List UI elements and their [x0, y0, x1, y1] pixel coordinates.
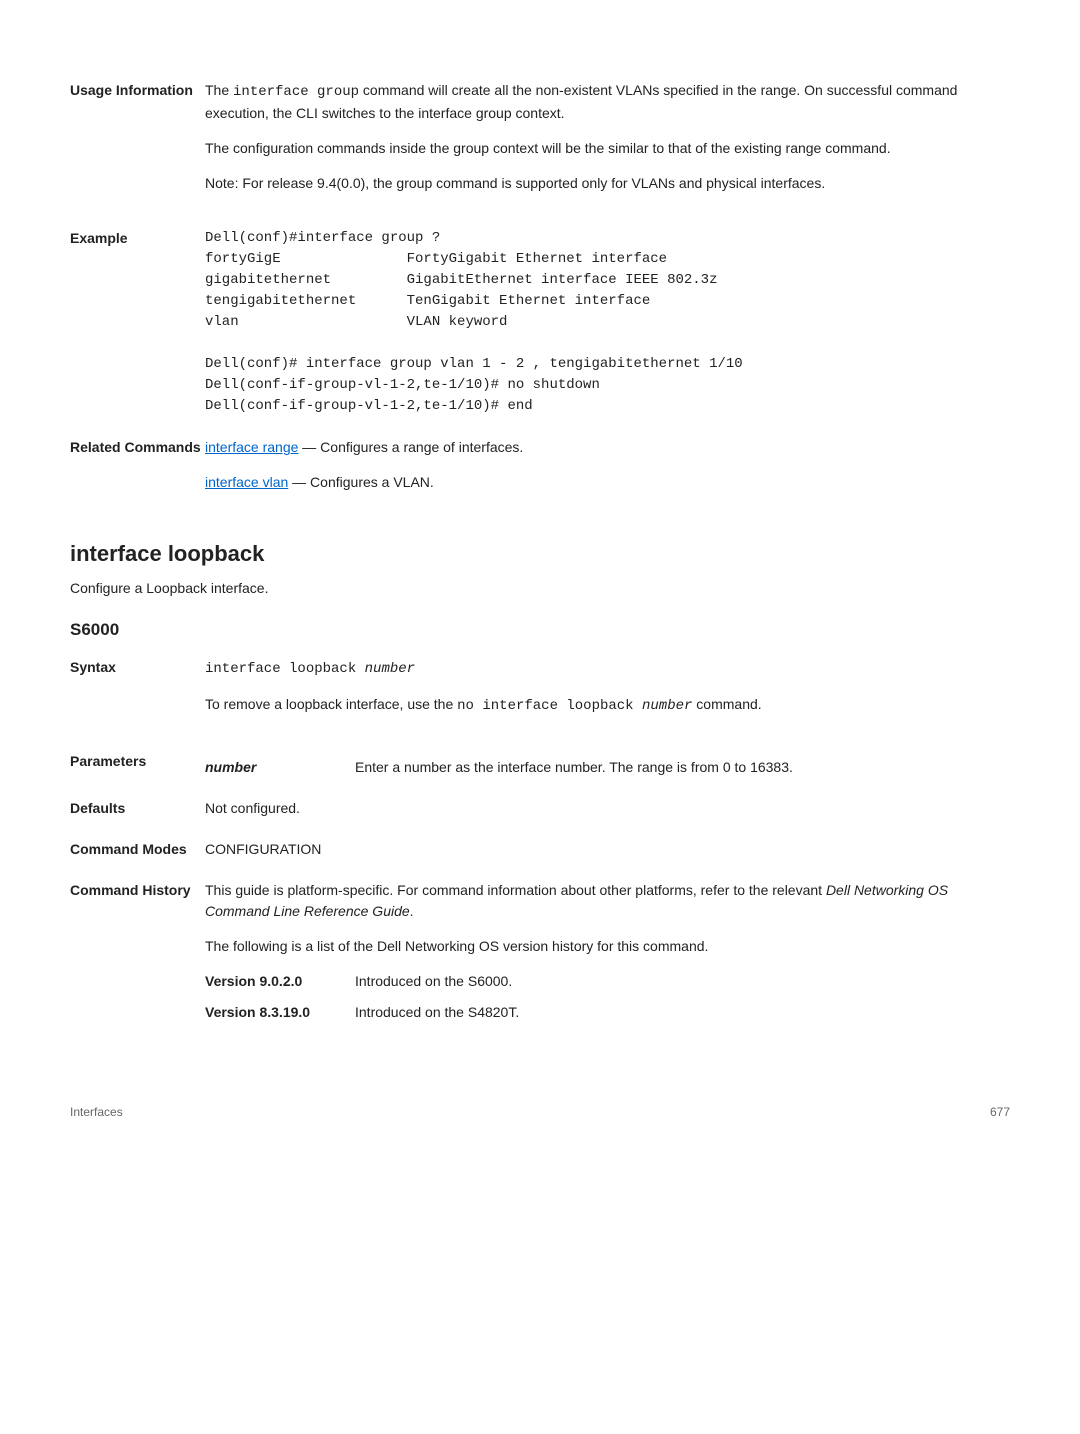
interface-vlan-link[interactable]: interface vlan [205, 474, 288, 490]
related-commands: Related Commands interface range — Confi… [70, 437, 1010, 507]
param-name: number [205, 757, 355, 778]
usage-p3: Note: For release 9.4(0.0), the group co… [205, 173, 1010, 194]
parameters: Parameters number Enter a number as the … [70, 751, 1010, 778]
usage-information: Usage Information The interface group co… [70, 80, 1010, 208]
command-modes: Command Modes CONFIGURATION [70, 839, 1010, 860]
usage-label: Usage Information [70, 80, 205, 208]
command-history: Command History This guide is platform-s… [70, 880, 1010, 1023]
defaults: Defaults Not configured. [70, 798, 1010, 819]
section-title: interface loopback [70, 537, 1010, 570]
usage-p1: The interface group command will create … [205, 80, 1010, 124]
version-2-desc: Introduced on the S4820T. [355, 1002, 1010, 1023]
section-subtitle: Configure a Loopback interface. [70, 578, 1010, 599]
command-modes-label: Command Modes [70, 839, 205, 860]
param-desc: Enter a number as the interface number. … [355, 757, 1010, 778]
usage-p2: The configuration commands inside the gr… [205, 138, 1010, 159]
syntax: Syntax interface loopback number To remo… [70, 657, 1010, 731]
example-code: Dell(conf)#interface group ? fortyGigE F… [205, 228, 1010, 417]
syntax-label: Syntax [70, 657, 205, 731]
example: Example Dell(conf)#interface group ? for… [70, 228, 1010, 417]
footer: Interfaces 677 [70, 1103, 1010, 1121]
command-modes-value: CONFIGURATION [205, 839, 1010, 860]
version-2: Version 8.3.19.0 [205, 1002, 355, 1023]
defaults-value: Not configured. [205, 798, 1010, 819]
version-1: Version 9.0.2.0 [205, 971, 355, 992]
footer-right: 677 [990, 1103, 1010, 1121]
example-label: Example [70, 228, 205, 417]
command-history-label: Command History [70, 880, 205, 1023]
version-1-desc: Introduced on the S6000. [355, 971, 1010, 992]
related-label: Related Commands [70, 437, 205, 507]
s6000-heading: S6000 [70, 617, 1010, 643]
footer-left: Interfaces [70, 1103, 123, 1121]
defaults-label: Defaults [70, 798, 205, 819]
interface-range-link[interactable]: interface range [205, 439, 298, 455]
parameters-label: Parameters [70, 751, 205, 778]
